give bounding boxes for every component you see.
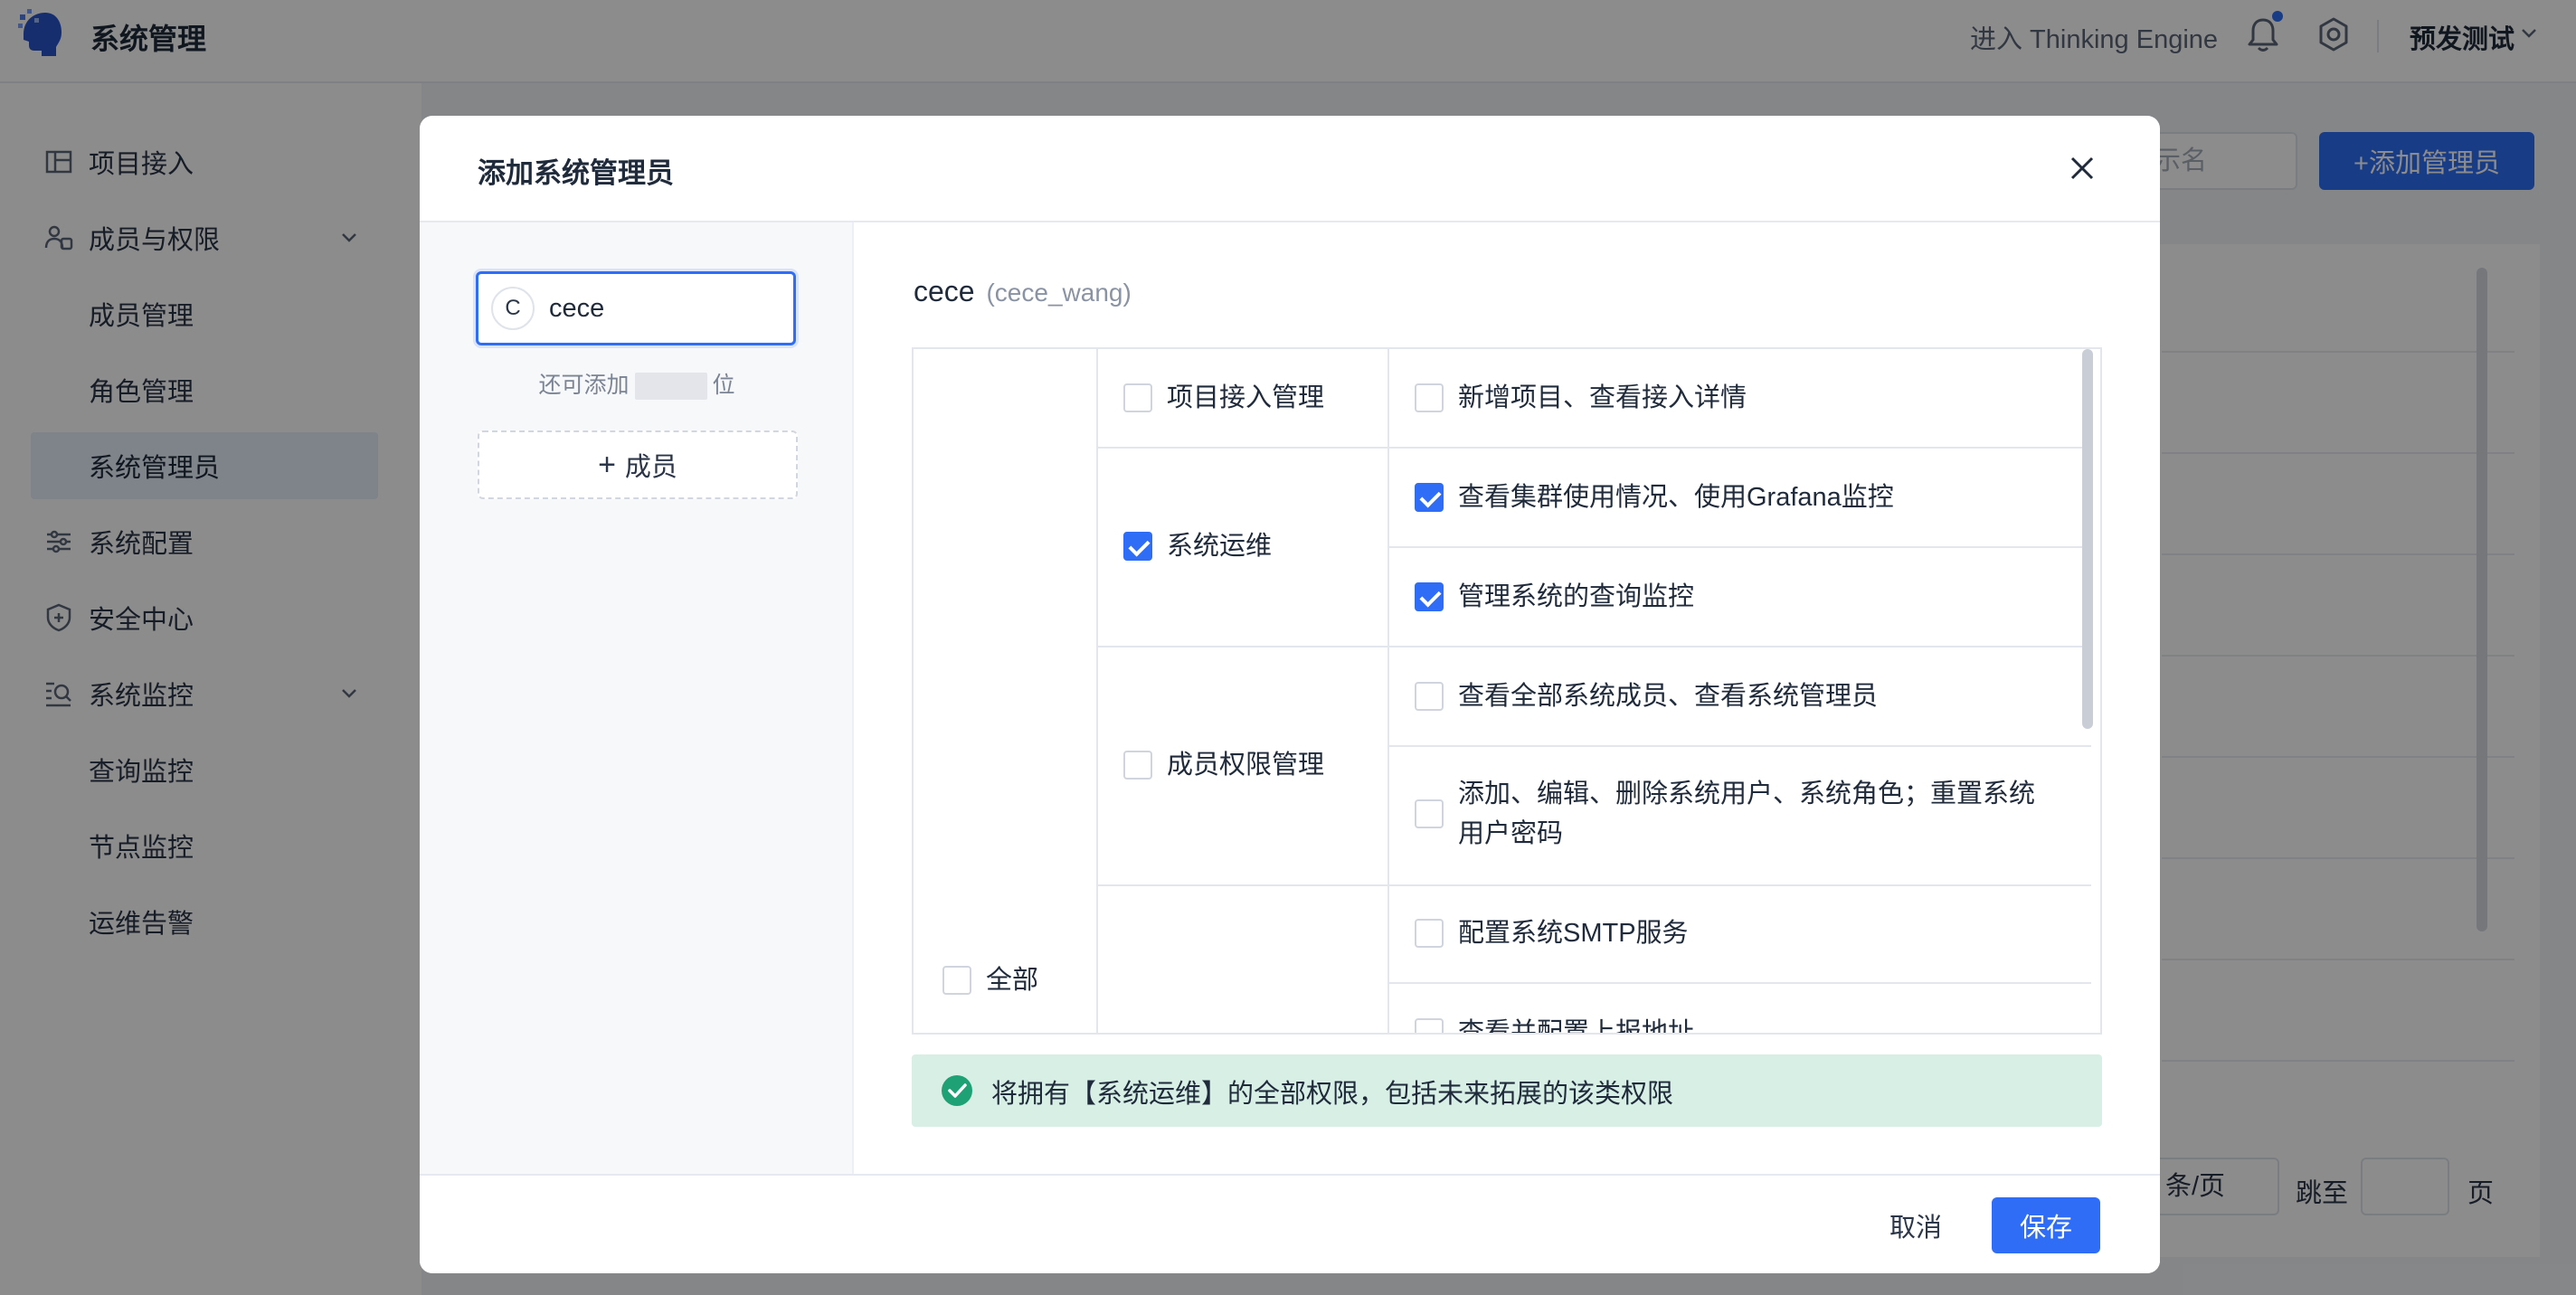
notice-text: 将拥有【系统运维】的全部权限，包括未来拓展的该类权限 [991,1080,1674,1109]
permission-checkbox[interactable] [1415,1018,1444,1033]
permission-panel: cece (cece_wang) 全部 项目接入管理 新增项目、查看接入详情 系… [854,222,2160,1176]
quota-suffix: 位 [712,373,735,398]
cancel-button[interactable]: 取消 [1872,1197,1959,1253]
member-name: cece [549,294,605,323]
quota-prefix: 还可添加 [538,373,630,398]
user-account: (cece_wang) [986,279,1132,307]
close-icon[interactable] [2064,150,2100,186]
user-heading: cece (cece_wang) [914,275,1132,308]
avatar: C [491,287,535,330]
permission-label: 查看并配置上报地址 [1458,1018,1695,1035]
permission-checkbox[interactable] [1415,383,1444,412]
quota-count-redacted [634,373,707,401]
select-all-checkbox[interactable] [942,966,971,995]
row-divider [1389,546,2091,548]
user-display-name: cece [914,275,975,307]
permission-label: 查看集群使用情况、使用Grafana监控 [1458,483,1894,512]
permission-label: 管理系统的查询监控 [1458,582,1695,611]
permission-label: 添加、编辑、删除系统用户、系统角色；重置系统 [1458,780,2036,808]
permission-notice: 将拥有【系统运维】的全部权限，包括未来拓展的该类权限 [912,1054,2102,1127]
save-button[interactable]: 保存 [1992,1197,2100,1253]
plus-icon: + [598,447,616,482]
row-divider [1389,745,2091,747]
modal-title: 添加系统管理员 [478,157,674,189]
column-divider [1096,349,1098,1033]
modal-footer: 取消 保存 [420,1174,2160,1273]
add-admin-modal: 添加系统管理员 C cece 还可添加 位 + 成员 cece (cece_wan… [420,116,2160,1273]
select-all-label: 全部 [986,966,1039,995]
add-member-label: 成员 [624,453,677,482]
selected-member[interactable]: C cece [476,271,796,345]
row-divider [1096,884,2091,886]
permission-label-continued: 用户密码 [1458,819,1564,848]
permission-label: 配置系统SMTP服务 [1458,919,1689,948]
permission-label: 查看全部系统成员、查看系统管理员 [1458,682,1879,711]
permission-checkbox[interactable] [1415,919,1444,948]
modal-header: 添加系统管理员 [420,116,2160,222]
quota-text: 还可添加 位 [420,367,854,401]
row-divider [1389,982,2091,984]
permission-checkbox[interactable] [1415,582,1444,611]
add-member-button[interactable]: + 成员 [478,430,798,499]
row-divider [1096,447,2091,449]
permission-table: 全部 项目接入管理 新增项目、查看接入详情 系统运维 查看集群使用情况、使用Gr… [912,347,2102,1035]
group-label: 系统运维 [1167,532,1273,561]
permission-checkbox[interactable] [1415,799,1444,828]
group-label: 成员权限管理 [1167,751,1325,780]
group-label: 项目接入管理 [1167,383,1325,412]
permission-checkbox[interactable] [1415,483,1444,512]
row-divider [1096,646,2091,648]
group-checkbox-system-ops[interactable] [1123,532,1152,561]
column-divider [1387,349,1389,1033]
permission-label: 新增项目、查看接入详情 [1458,383,1747,412]
group-checkbox-project-access[interactable] [1123,383,1152,412]
table-scrollbar[interactable] [2082,349,2093,729]
permission-checkbox[interactable] [1415,682,1444,711]
check-circle-icon [942,1075,972,1106]
member-panel: C cece 还可添加 位 + 成员 [420,222,854,1176]
group-checkbox-member-permissions[interactable] [1123,751,1152,780]
